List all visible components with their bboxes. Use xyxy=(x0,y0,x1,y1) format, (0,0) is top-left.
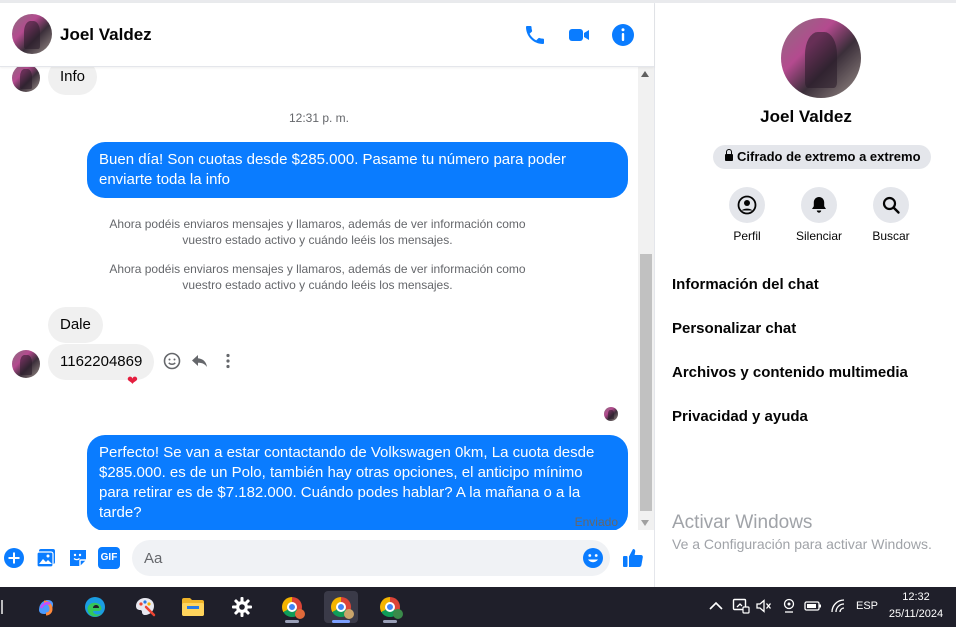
message-timestamp: 12:31 p. m. xyxy=(288,111,350,125)
info-contact-name: Joel Valdez xyxy=(760,107,852,126)
scroll-thumb[interactable] xyxy=(640,254,652,511)
wifi-icon[interactable] xyxy=(830,599,846,613)
message-bubble-in[interactable]: Info xyxy=(48,67,98,95)
settings-icon[interactable] xyxy=(225,591,259,623)
profile-icon xyxy=(729,187,765,223)
photo-icon[interactable] xyxy=(35,547,57,569)
react-icon[interactable] xyxy=(161,350,183,372)
info-icon[interactable] xyxy=(611,23,635,47)
chrome-icon[interactable] xyxy=(275,591,309,623)
emoji-icon[interactable] xyxy=(582,547,604,569)
chrome-profile-badge-icon xyxy=(344,609,354,619)
chrome-icon[interactable] xyxy=(324,591,358,623)
encryption-badge: Cifrado de extremo a extremo xyxy=(713,145,931,169)
webcam-icon[interactable] xyxy=(781,598,797,614)
message-bubble-out[interactable]: Perfecto! Se van a estar contactando de … xyxy=(87,435,628,530)
messenger-window: Joel Valdez Info 12:31 p. m. Buen día! S… xyxy=(0,0,956,587)
file-explorer-icon[interactable] xyxy=(176,591,210,623)
language-indicator[interactable]: ESP xyxy=(852,600,882,612)
video-call-icon[interactable] xyxy=(567,23,591,47)
message-input[interactable] xyxy=(144,548,564,568)
chrome-profile-badge-icon xyxy=(393,609,403,619)
chat-info-panel: Joel Valdez Cifrado de extremo a extremo… xyxy=(656,3,956,587)
phone-icon[interactable] xyxy=(523,23,547,47)
sticker-icon[interactable] xyxy=(67,547,89,569)
paint-icon[interactable] xyxy=(128,591,162,623)
gif-icon[interactable]: GIF xyxy=(98,547,120,569)
lock-icon xyxy=(725,149,733,161)
read-receipt-avatar xyxy=(604,407,618,421)
info-avatar[interactable] xyxy=(781,18,861,98)
clock-time[interactable]: 12:32 xyxy=(880,591,952,603)
clock-date[interactable]: 25/11/2024 xyxy=(880,608,952,620)
menu-customize-chat[interactable]: Personalizar chat xyxy=(672,320,796,337)
message-list[interactable]: Info 12:31 p. m. Buen día! Son cuotas de… xyxy=(0,67,638,530)
windows-activation-title: Activar Windows xyxy=(672,512,813,533)
message-bubble-out[interactable]: Buen día! Son cuotas desde $285.000. Pas… xyxy=(87,142,628,198)
copilot-icon[interactable] xyxy=(29,591,63,623)
screen-share-icon[interactable] xyxy=(732,598,750,614)
composer: GIF xyxy=(0,534,654,584)
running-indicator xyxy=(383,620,397,623)
menu-chat-info[interactable]: Información del chat xyxy=(672,276,819,293)
running-indicator xyxy=(332,620,350,623)
windows-taskbar: ESP 12:32 25/11/2024 xyxy=(0,587,956,627)
message-bubble-in[interactable]: Dale xyxy=(48,307,103,343)
reply-icon[interactable] xyxy=(189,350,211,372)
chevron-up-icon[interactable] xyxy=(709,601,723,611)
mute-label: Silenciar xyxy=(795,229,843,243)
scroll-down-arrow-icon[interactable] xyxy=(641,520,649,526)
chrome-profile-badge-icon xyxy=(295,609,305,619)
menu-privacy-help[interactable]: Privacidad y ayuda xyxy=(672,408,808,425)
mute-button[interactable]: Silenciar xyxy=(784,187,854,243)
message-avatar xyxy=(12,350,40,378)
plus-icon[interactable] xyxy=(3,547,25,569)
like-thumbs-up-icon[interactable] xyxy=(621,546,645,570)
more-options-icon[interactable] xyxy=(217,350,239,372)
chrome-icon[interactable] xyxy=(373,591,407,623)
menu-media-files[interactable]: Archivos y contenido multimedia xyxy=(672,364,908,381)
profile-button[interactable]: Perfil xyxy=(712,187,782,243)
edge-icon[interactable] xyxy=(78,591,112,623)
message-input-container[interactable] xyxy=(132,540,610,576)
contact-avatar[interactable] xyxy=(12,14,52,54)
encryption-label: Cifrado de extremo a extremo xyxy=(737,149,921,164)
system-notice: Ahora podéis enviaros mensajes y llamaro… xyxy=(109,217,526,247)
scrollbar[interactable] xyxy=(638,67,654,530)
battery-icon[interactable] xyxy=(804,599,822,613)
chat-header: Joel Valdez xyxy=(0,3,654,67)
heart-reaction-icon[interactable]: ❤ xyxy=(127,373,138,389)
search-button[interactable]: Buscar xyxy=(856,187,926,243)
widget-edge xyxy=(1,600,3,614)
running-indicator xyxy=(285,620,299,623)
profile-label: Perfil xyxy=(733,229,761,243)
message-bubble-in[interactable]: 1162204869 xyxy=(48,344,155,380)
contact-name[interactable]: Joel Valdez xyxy=(60,25,152,45)
message-avatar xyxy=(12,67,40,92)
delivery-status: Enviado xyxy=(574,515,618,529)
bell-icon xyxy=(801,187,837,223)
windows-activation-subtitle: Ve a Configuración para activar Windows. xyxy=(672,536,932,552)
search-label: Buscar xyxy=(872,229,910,243)
search-icon xyxy=(873,187,909,223)
system-notice: Ahora podéis enviaros mensajes y llamaro… xyxy=(109,262,526,292)
scroll-up-arrow-icon[interactable] xyxy=(641,71,649,77)
volume-muted-icon[interactable] xyxy=(756,599,772,613)
chat-pane: Joel Valdez Info 12:31 p. m. Buen día! S… xyxy=(0,3,655,587)
